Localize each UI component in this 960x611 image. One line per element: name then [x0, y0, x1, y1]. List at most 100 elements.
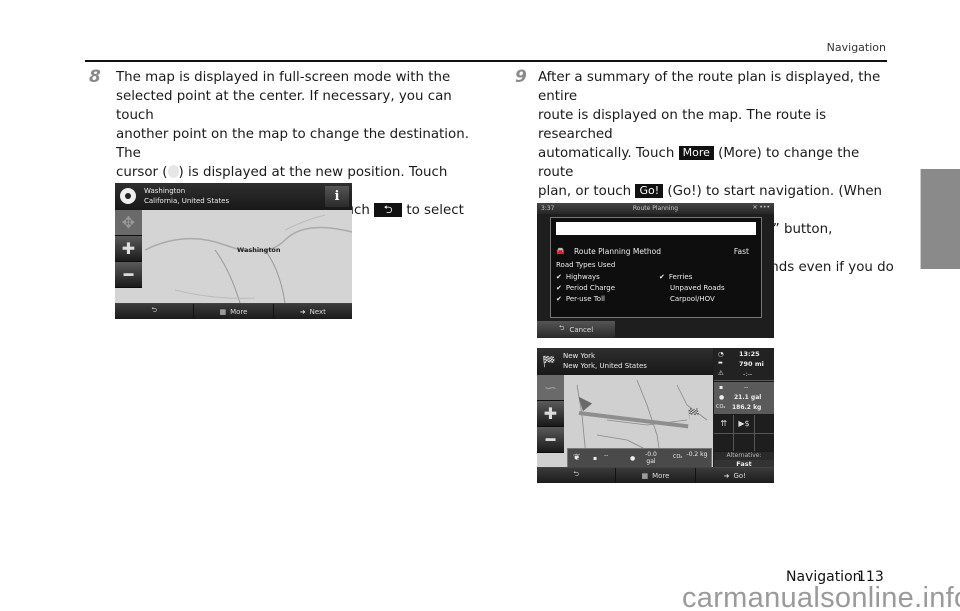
- map-screenshot: Washington California, United States i ✥…: [115, 183, 352, 319]
- info-button[interactable]: i: [325, 186, 349, 207]
- next-button[interactable]: ➜ Next: [273, 304, 352, 319]
- status-bar: 3:37 Route Planning ✕ •••: [537, 203, 774, 214]
- back-arrow-icon: ⮌: [151, 306, 157, 314]
- more-grid-icon: ▦: [641, 471, 649, 480]
- step-9-line: route is displayed on the map. The route…: [538, 108, 827, 142]
- road-type-label: Ferries: [668, 273, 693, 281]
- route-info-column: ◔ 13:25 ▬ 790 mi ⚠ -:-- ▪ -- ● 21.1 gal …: [714, 348, 774, 470]
- text-fragment: to select: [406, 203, 464, 218]
- road-types-label: Road Types Used: [556, 261, 616, 269]
- eco-cost: --: [604, 452, 609, 459]
- road-type-label: Period Charge: [565, 284, 616, 292]
- road-type-item[interactable]: ✔ Ferries: [659, 273, 692, 281]
- map-bottom-bar: ⮌ ▦ More ➜ Go!: [537, 467, 774, 483]
- co2-icon: CO₂: [673, 454, 683, 460]
- trip-summary: ◔ 13:25 ▬ 790 mi ⚠ -:--: [714, 348, 774, 381]
- check-icon: ✔: [556, 273, 562, 281]
- back-button[interactable]: ⮌: [537, 468, 617, 483]
- route-planning-panel: 🚘 Route Planning Method Fast Road Types …: [550, 217, 762, 318]
- progress-field: [556, 222, 756, 235]
- header-rule: [85, 60, 887, 62]
- more-button[interactable]: ▦ More: [194, 304, 274, 319]
- road-type-item[interactable]: ✔ Per-use Toll: [556, 295, 605, 303]
- back-arrow-icon: ⮌: [558, 324, 565, 332]
- warning-value: -:--: [743, 370, 753, 378]
- destination-region: California, United States: [144, 197, 230, 205]
- map-bottom-bar: ⮌ ▦ More ➜ Next: [115, 303, 352, 319]
- destination-flag-icon: 🏁: [687, 409, 700, 420]
- car-icon: 🚘: [556, 247, 565, 255]
- more-grid-icon: ▦: [219, 307, 227, 316]
- consumption-summary: ▪ -- ● 21.1 gal CO₂ 186.2 kg: [714, 382, 774, 414]
- destination-target-icon: [120, 188, 136, 204]
- go-label: Go!: [733, 471, 747, 480]
- zoom-out-button[interactable]: ━: [537, 427, 564, 453]
- map-view[interactable]: 🏁 ∽ ✚ ━ ❦ ▪ -- ● -0.0 gal CO₂ -0.2 kg: [537, 375, 713, 468]
- highway-icon[interactable]: ⇈: [714, 415, 734, 433]
- zoom-in-button[interactable]: ✚: [115, 236, 142, 262]
- map-side-controls: ∽ ✚ ━: [537, 375, 564, 453]
- next-label: Next: [309, 307, 326, 316]
- step-8-line: The map is displayed in full-screen mode…: [116, 70, 451, 85]
- grid-empty: [714, 433, 734, 451]
- text-fragment: automatically. Touch: [538, 146, 675, 161]
- clock-icon: ◔: [718, 350, 724, 358]
- fuel-drop-icon: ●: [630, 455, 636, 462]
- map-place-label: Washington: [237, 246, 281, 254]
- go-button[interactable]: ➜ Go!: [695, 468, 774, 483]
- destination-bar: 🏁 New York New York, United States: [537, 348, 713, 375]
- pan-icon[interactable]: ✥: [115, 210, 142, 236]
- header-section-title: Navigation: [826, 41, 886, 54]
- toll-icon: ▪: [593, 455, 598, 462]
- cursor-icon: [167, 165, 179, 178]
- map-view[interactable]: ✥ ✚ ━ Washington: [115, 210, 352, 303]
- grid-empty: [754, 433, 774, 451]
- map-roads: [144, 214, 352, 303]
- map-side-controls: ✥ ✚ ━: [115, 210, 142, 288]
- leaf-icon: ❦: [573, 453, 581, 463]
- road-type-label: Carpool/HOV: [670, 295, 715, 303]
- check-icon: ✔: [556, 284, 562, 292]
- road-type-item[interactable]: Unpaved Roads: [670, 284, 725, 292]
- alternative-label: Alternative:: [714, 452, 774, 460]
- road-type-label: Highways: [565, 273, 600, 281]
- back-button[interactable]: ⮌: [115, 304, 195, 319]
- road-type-label: Unpaved Roads: [670, 284, 725, 292]
- route-summary-screenshot: 🏁 New York New York, United States 🏁 ∽ ✚…: [537, 348, 774, 483]
- method-label: Route Planning Method: [574, 247, 661, 256]
- cancel-button[interactable]: ⮌ Cancel: [537, 321, 615, 338]
- zoom-out-button[interactable]: ━: [115, 262, 142, 288]
- check-icon: ✔: [556, 295, 562, 303]
- eco-fuel: -0.0 gal: [645, 451, 657, 465]
- warning-icon: ⚠: [718, 369, 724, 377]
- eco-savings-panel: ❦ ▪ -- ● -0.0 gal CO₂ -0.2 kg: [567, 448, 712, 468]
- go-chip: Go!: [635, 184, 664, 198]
- more-chip: More: [678, 146, 714, 160]
- grid-empty: [734, 433, 754, 451]
- destination-bar: Washington California, United States i: [115, 183, 352, 210]
- chapter-side-tab: [920, 169, 960, 269]
- grid-empty: [754, 415, 774, 433]
- distance: 790 mi: [739, 360, 764, 368]
- toll-road-icon[interactable]: ▶$: [734, 415, 754, 433]
- more-button[interactable]: ▦ More: [616, 468, 696, 483]
- route-overview-icon[interactable]: ∽: [537, 375, 564, 401]
- destination-name: Washington: [144, 187, 186, 195]
- status-icons: ✕ •••: [752, 204, 770, 211]
- road-type-item[interactable]: ✔ Highways: [556, 273, 600, 281]
- cancel-label: Cancel: [569, 325, 594, 334]
- step-9-line: After a summary of the route plan is dis…: [538, 70, 881, 104]
- step-8-line: another point on the map to change the d…: [116, 127, 469, 161]
- road-type-item[interactable]: ✔ Period Charge: [556, 284, 615, 292]
- fuel-amount: 21.1 gal: [734, 394, 762, 401]
- destination-name: New York: [563, 352, 596, 360]
- step-9-line: automatically. Touch More (More) to chan…: [538, 144, 898, 182]
- co2-icon: CO₂: [716, 404, 726, 410]
- zoom-in-button[interactable]: ✚: [537, 401, 564, 427]
- distance-icon: ▬: [718, 360, 723, 366]
- destination-region: New York, United States: [563, 362, 647, 370]
- screen-title: Route Planning: [632, 205, 679, 212]
- road-type-item[interactable]: Carpool/HOV: [670, 295, 715, 303]
- road-type-label: Per-use Toll: [565, 295, 605, 303]
- check-icon: ✔: [659, 273, 665, 281]
